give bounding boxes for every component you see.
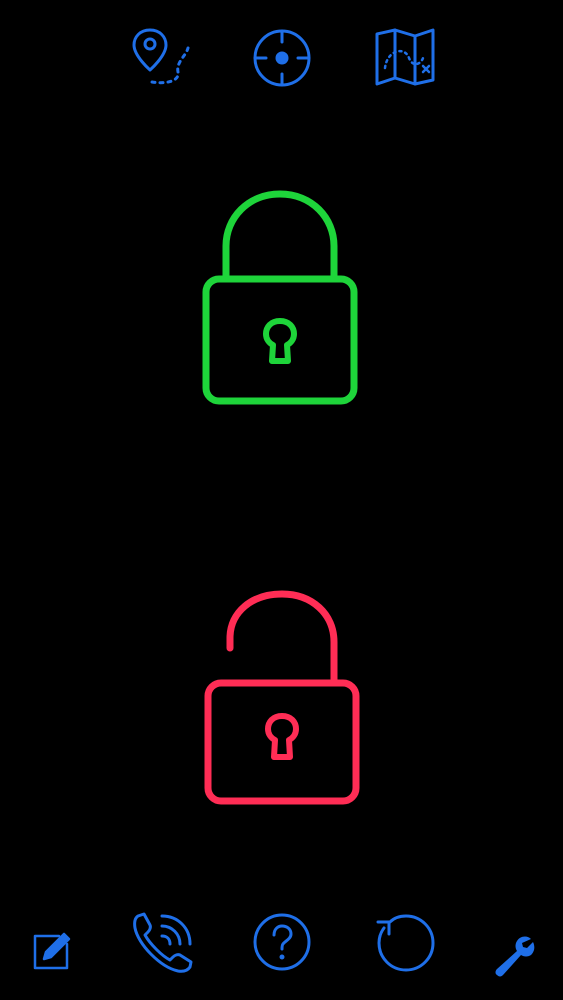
- locked-padlock-icon: [202, 190, 358, 405]
- help-icon: [253, 913, 311, 971]
- edit-note-button[interactable]: [31, 932, 71, 972]
- wrench-settings-button[interactable]: [493, 935, 535, 977]
- treasure-map-icon: [375, 28, 435, 86]
- treasure-map-button[interactable]: [375, 28, 435, 86]
- phone-call-button[interactable]: [132, 912, 194, 974]
- edit-note-icon: [33, 932, 71, 970]
- help-button[interactable]: [252, 912, 312, 972]
- reset-button[interactable]: [374, 912, 436, 974]
- app-screen: [0, 0, 563, 1000]
- location-route-button[interactable]: [130, 28, 194, 88]
- unlocked-padlock-icon: [204, 590, 360, 805]
- phone-call-icon: [133, 912, 193, 973]
- crosshair-button[interactable]: [252, 28, 312, 88]
- unlocked-padlock[interactable]: [204, 590, 360, 806]
- locked-padlock[interactable]: [202, 190, 358, 406]
- location-route-icon: [132, 28, 190, 85]
- reset-icon: [376, 914, 435, 972]
- crosshair-icon: [253, 29, 311, 87]
- wrench-settings-icon: [495, 936, 535, 977]
